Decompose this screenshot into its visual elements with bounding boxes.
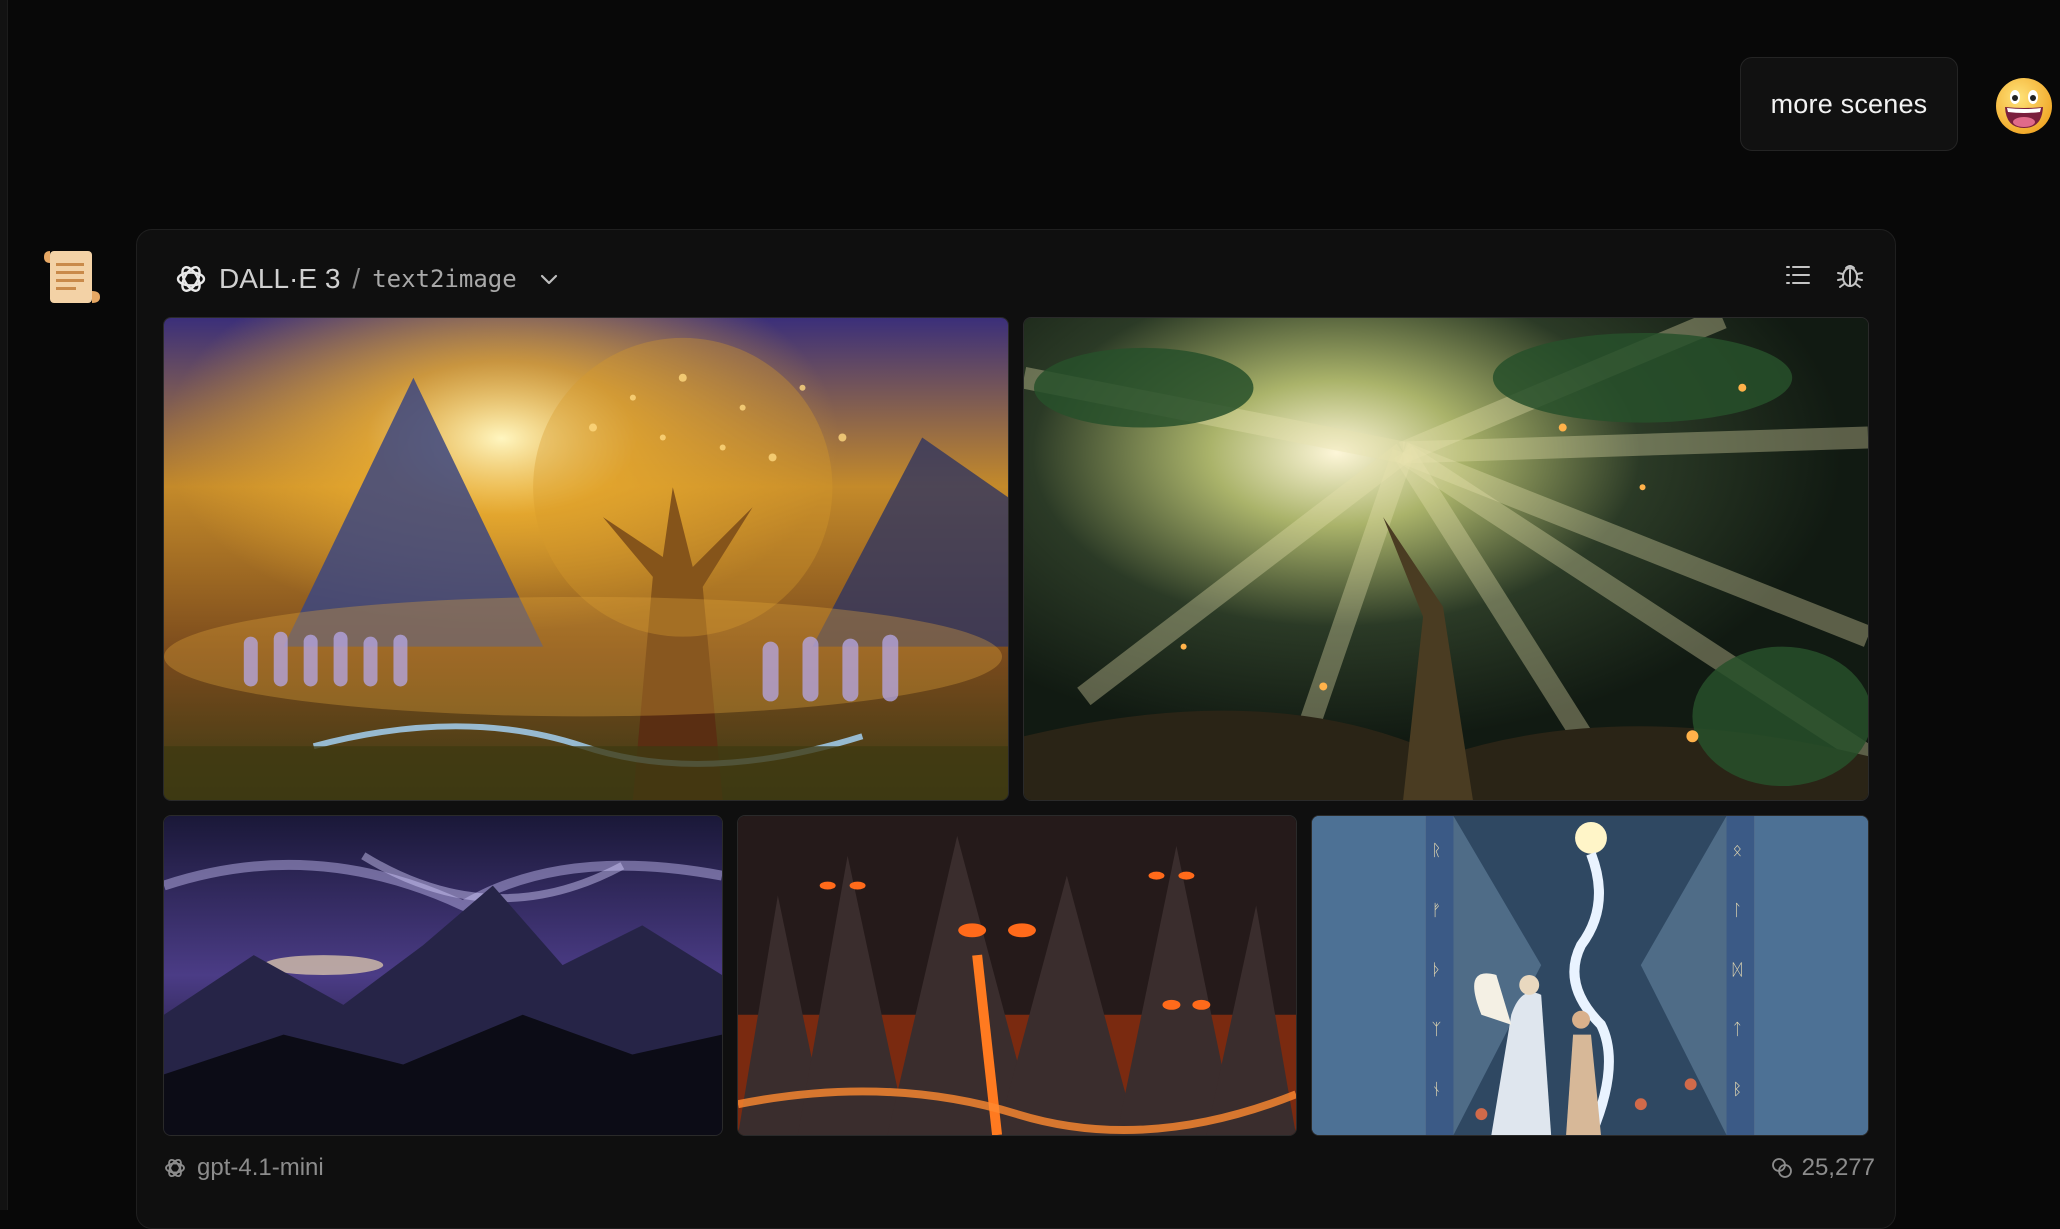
svg-text:ᚱ: ᚱ <box>1432 841 1442 860</box>
bug-icon[interactable] <box>1835 260 1865 290</box>
user-avatar-emoji-icon[interactable] <box>1994 76 2054 136</box>
coins-icon <box>1770 1156 1794 1180</box>
generated-image-3[interactable] <box>163 815 723 1136</box>
card-toolbar <box>1783 260 1865 290</box>
svg-text:ᚦ: ᚦ <box>1432 960 1442 979</box>
svg-text:ᚾ: ᚾ <box>1432 1079 1442 1098</box>
svg-text:ᚠ: ᚠ <box>1432 900 1442 919</box>
image-generation-card: DALL·E 3 / text2image ᚱ ᚠ ᚦ ᛉ ᚾ ᛟ ᛚ ᛞ ᛏ … <box>136 229 1896 1229</box>
generated-image-2[interactable] <box>1023 317 1869 801</box>
task-name: text2image <box>372 265 517 293</box>
openai-logo-small-icon <box>163 1156 187 1180</box>
svg-text:ᛞ: ᛞ <box>1732 960 1742 979</box>
user-message-bubble: more scenes <box>1740 57 1958 151</box>
svg-text:ᛒ: ᛒ <box>1732 1079 1742 1098</box>
svg-text:ᛉ: ᛉ <box>1432 1020 1442 1039</box>
generated-image-5[interactable]: ᚱ ᚠ ᚦ ᛉ ᚾ ᛟ ᛚ ᛞ ᛏ ᛒ <box>1311 815 1869 1136</box>
footer-model-name: gpt-4.1-mini <box>197 1154 324 1181</box>
breadcrumb-separator: / <box>352 263 361 294</box>
scroll-icon <box>40 243 106 309</box>
token-usage: 25,277 <box>1770 1154 1875 1182</box>
token-count: 25,277 <box>1801 1154 1875 1181</box>
svg-text:ᛚ: ᛚ <box>1732 900 1742 919</box>
svg-text:ᛏ: ᛏ <box>1732 1020 1742 1039</box>
svg-text:ᛟ: ᛟ <box>1732 841 1742 860</box>
chevron-down-icon[interactable] <box>537 267 561 291</box>
generated-image-1[interactable] <box>163 317 1009 801</box>
openai-logo-icon <box>173 261 209 297</box>
user-message-text: more scenes <box>1770 88 1928 119</box>
list-icon[interactable] <box>1783 260 1813 290</box>
generated-image-4[interactable] <box>737 815 1297 1136</box>
left-edge-rule <box>0 0 8 1210</box>
card-header: DALL·E 3 / text2image <box>173 256 561 302</box>
model-name: DALL·E 3 <box>219 263 341 294</box>
footer-model: gpt-4.1-mini <box>163 1154 324 1182</box>
